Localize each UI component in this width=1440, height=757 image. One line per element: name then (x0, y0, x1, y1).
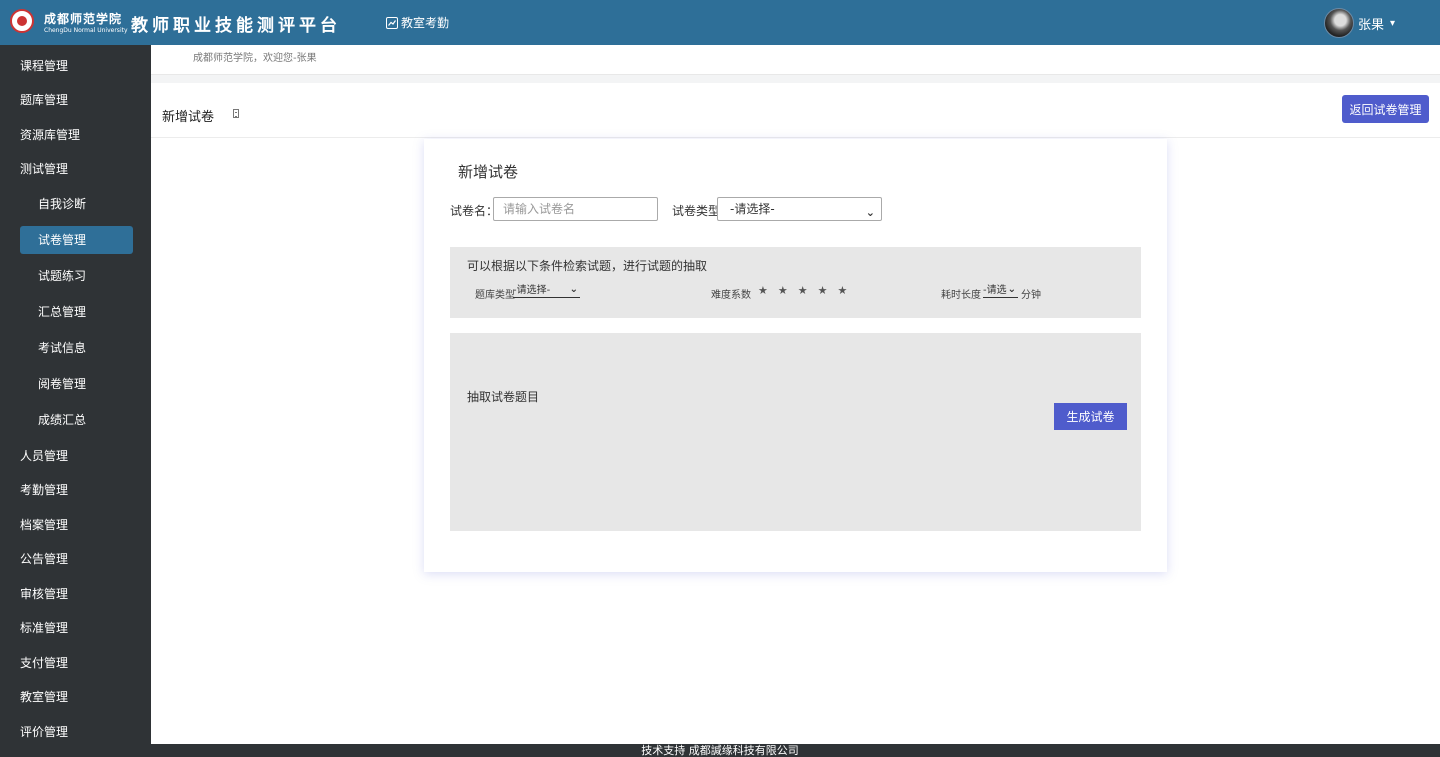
sidebar-item-practice[interactable]: 试题练习 (0, 262, 151, 290)
filter-panel: 可以根据以下条件检索试题，进行试题的抽取 题库类型 -请选择- ⌄ 难度系数 ★… (450, 247, 1141, 318)
star-icon[interactable]: ★ (838, 284, 848, 297)
new-paper-card: 新增试卷 试卷名： 试卷类型: -请选择- ⌄ 可以根据以下条件检索试题，进行试… (424, 139, 1167, 572)
classroom-attendance-link[interactable]: 教室考勤 (386, 14, 449, 31)
chevron-down-icon: ⌄ (569, 284, 578, 295)
sidebar-item-summary[interactable]: 汇总管理 (0, 298, 151, 326)
sidebar-item-exam-info[interactable]: 考试信息 (0, 334, 151, 362)
sidebar-item-archives[interactable]: 档案管理 (0, 511, 151, 539)
sidebar-item-people[interactable]: 人员管理 (0, 442, 151, 470)
sidebar-item-review[interactable]: 审核管理 (0, 580, 151, 608)
sidebar-item-resources[interactable]: 资源库管理 (0, 121, 151, 149)
school-name-en: ChengDu Normal University (44, 27, 128, 34)
page-title: 新增试卷 (162, 110, 215, 125)
chevron-down-icon: ⌄ (865, 206, 875, 219)
filter-hint: 可以根据以下条件检索试题，进行试题的抽取 (467, 259, 708, 273)
classroom-attendance-label: 教室考勤 (401, 16, 450, 30)
difficulty-rating[interactable]: ★ ★ ★ ★ ★ (758, 284, 847, 297)
sidebar-item-course[interactable]: 课程管理 (0, 52, 151, 80)
sidebar-item-classroom[interactable]: 教室管理 (0, 683, 151, 711)
sidebar-item-self-diagnosis[interactable]: 自我诊断 (0, 190, 151, 218)
top-bar: 成都师范学院 ChengDu Normal University 教师职业技能测… (0, 0, 1440, 45)
star-icon[interactable]: ★ (818, 284, 828, 297)
duration-value: -请选 (983, 285, 1007, 296)
footer: 技术支持 成都諴缘科技有限公司 (0, 744, 1440, 757)
duration-unit: 分钟 (1021, 290, 1041, 301)
paper-name-label: 试卷名： (450, 204, 499, 218)
sidebar-item-announcements[interactable]: 公告管理 (0, 545, 151, 573)
school-name-cn: 成都师范学院 (44, 12, 123, 26)
sidebar-item-standards[interactable]: 标准管理 (0, 614, 151, 642)
sidebar-item-evaluation[interactable]: 评价管理 (0, 718, 151, 745)
sidebar: 课程管理 题库管理 资源库管理 测试管理 自我诊断 试卷管理 试题练习 汇总管理… (0, 45, 151, 745)
difficulty-label: 难度系数 (711, 290, 751, 301)
sidebar-item-attendance[interactable]: 考勤管理 (0, 476, 151, 504)
paper-type-value: -请选择- (730, 202, 775, 216)
extract-panel: 抽取试卷题目 生成试卷 (450, 333, 1141, 531)
user-menu[interactable]: 张果 ▾ (1324, 8, 1395, 38)
star-icon[interactable]: ★ (758, 284, 768, 297)
card-title: 新增试卷 (458, 163, 519, 181)
platform-title: 教师职业技能测评平台 (131, 16, 341, 36)
divider (151, 75, 1440, 83)
star-icon[interactable]: ★ (798, 284, 808, 297)
user-name: 张果 (1358, 17, 1385, 33)
bank-type-label: 题库类型 (475, 290, 515, 301)
avatar (1324, 8, 1354, 38)
chevron-down-icon: ▾ (1390, 17, 1396, 29)
extract-label: 抽取试卷题目 (467, 390, 540, 404)
sidebar-item-question-bank[interactable]: 题库管理 (0, 86, 151, 114)
bank-type-select[interactable]: -请选择- ⌄ (513, 284, 580, 298)
school-logo-icon (10, 9, 34, 33)
back-to-paper-management-button[interactable]: 返回试卷管理 (1342, 95, 1429, 123)
chart-icon (386, 16, 398, 29)
duration-label: 耗时长度 (941, 290, 981, 301)
star-icon[interactable]: ★ (778, 284, 788, 297)
sidebar-item-test[interactable]: 测试管理 (0, 155, 151, 183)
sidebar-item-scores[interactable]: 成绩汇总 (0, 406, 151, 434)
paper-type-select[interactable]: -请选择- ⌄ (717, 197, 882, 221)
page-header: 新增试卷 返回试卷管理 (151, 83, 1440, 138)
duration-select[interactable]: -请选 ⌄ (983, 284, 1018, 298)
sidebar-item-grading[interactable]: 阅卷管理 (0, 370, 151, 398)
paper-name-input[interactable] (493, 197, 658, 221)
sidebar-item-paper-management[interactable]: 试卷管理 (20, 226, 133, 254)
welcome-text: 成都师范学院，欢迎您-张果 (151, 45, 1440, 75)
generate-paper-button[interactable]: 生成试卷 (1054, 403, 1127, 430)
document-icon (233, 109, 239, 118)
sidebar-item-payment[interactable]: 支付管理 (0, 649, 151, 677)
chevron-down-icon: ⌄ (1007, 284, 1016, 295)
bank-type-value: -请选择- (513, 285, 551, 296)
